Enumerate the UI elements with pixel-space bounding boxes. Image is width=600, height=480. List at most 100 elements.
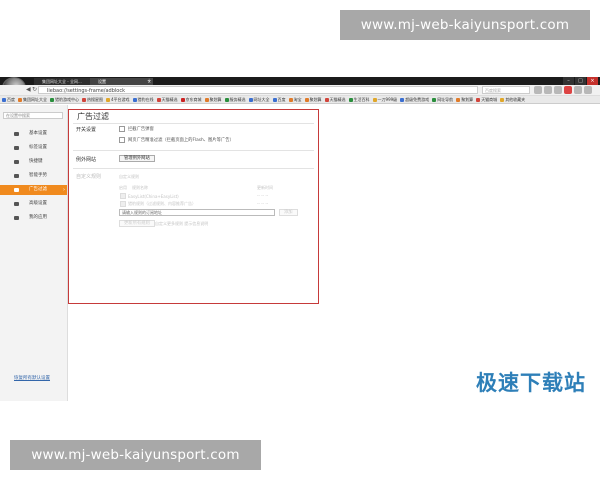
rule-url-input[interactable]: 请输入规则的订阅地址 <box>119 209 275 216</box>
column-enable: 启用 <box>119 185 127 190</box>
column-rule-name: 规则名称 <box>132 185 148 190</box>
bookmark-favicon-icon <box>372 97 377 102</box>
bookmark-item[interactable]: 天猫精选 <box>156 96 178 103</box>
rule-row[interactable]: 猎豹规则（过滤规则、内容推荐广告） <box>120 201 196 207</box>
bookmark-item[interactable]: 京东商城 <box>180 96 202 103</box>
bookmark-label: 天猫精选 <box>329 96 346 102</box>
bookmark-item[interactable]: 4平台游戏 <box>106 97 130 103</box>
maximize-button[interactable]: □ <box>575 77 586 85</box>
tab-label: 集团网址大全 - 全网... <box>42 79 82 84</box>
bookmark-label: 4平台游戏 <box>111 96 130 102</box>
bookmark-label: 百度 <box>277 96 286 102</box>
toolbar-icons <box>534 86 592 94</box>
close-window-button[interactable]: × <box>587 77 598 85</box>
exception-section-title: 例外网站 <box>76 157 97 163</box>
bookmark-item[interactable]: 生活百科 <box>348 97 370 103</box>
extension-icon[interactable] <box>554 86 562 94</box>
settings-sidebar: 在设置中搜索 基本设置 标签设置 快捷键 智能手势 广告过滤 › 高级设置 我的… <box>0 105 68 401</box>
bookmark-item[interactable]: 聚划算 <box>204 97 222 103</box>
bookmark-item[interactable]: 服务精选 <box>224 97 246 103</box>
rule-name: EasyList(China+EasyList) <box>128 193 179 199</box>
sidebar-item-advanced[interactable]: 高级设置 <box>0 199 67 209</box>
security-icon[interactable] <box>564 86 572 94</box>
bookmark-item[interactable]: 集团网址大全 <box>18 97 47 103</box>
refresh-icon[interactable]: ↻ <box>32 86 37 94</box>
bookmark-item[interactable]: 一刀999级 <box>372 96 398 103</box>
tab-homepage[interactable]: 集团网址大全 - 全网... × <box>34 78 97 85</box>
sidebar-item-adblock[interactable]: 广告过滤 › <box>0 185 67 195</box>
bookmark-favicon-icon <box>18 97 22 102</box>
apps-icon <box>14 216 19 220</box>
history-icon[interactable] <box>544 86 552 94</box>
switch-section-title: 开关设置 <box>76 127 97 133</box>
bookmark-label: 其他收藏夹 <box>505 96 526 102</box>
bookmark-item[interactable]: 天猫商城 <box>476 97 497 103</box>
divider <box>73 123 314 124</box>
bookmark-item[interactable]: 聚划算 <box>456 97 473 103</box>
sidebar-item-gestures[interactable]: 智能手势 <box>0 171 67 181</box>
sidebar-item-basic[interactable]: 基本设置 <box>0 129 67 139</box>
bookmark-favicon-icon <box>348 97 353 102</box>
rule-row[interactable]: EasyList(China+EasyList) <box>120 193 179 199</box>
bookmark-favicon-icon <box>82 97 86 102</box>
user-icon[interactable] <box>574 86 582 94</box>
bookmark-item[interactable]: 天猫精选 <box>324 96 346 103</box>
restore-defaults-link[interactable]: 恢复所有默认设置 <box>14 375 50 381</box>
bookmark-favicon-icon <box>288 97 293 102</box>
bookmark-item[interactable]: 聚划算 <box>304 97 322 103</box>
rule-time: -- -- -- <box>257 193 269 198</box>
bookmark-favicon-icon <box>106 97 110 102</box>
bookmark-item[interactable]: 猎豹在线 <box>132 96 154 103</box>
watermark-top: www.mj-web-kaiyunsport.com <box>340 10 590 40</box>
sidebar-item-apps[interactable]: 我的应用 <box>0 213 67 223</box>
sidebar-item-label: 广告过滤 <box>29 187 47 192</box>
sidebar-item-tabs[interactable]: 标签设置 <box>0 143 67 153</box>
url-input[interactable]: liebao://settings-frame/adblock <box>38 86 478 94</box>
bookmark-favicon-icon <box>132 97 137 102</box>
sidebar-item-shortcuts[interactable]: 快捷键 <box>0 157 67 167</box>
tab-icon <box>14 146 19 150</box>
tab-label: 设置 <box>98 79 106 84</box>
bookmark-item[interactable]: 百度 <box>272 96 286 103</box>
checkbox-label: 拦截广告弹窗 <box>128 127 154 132</box>
checkbox-icon <box>120 193 126 199</box>
checkbox-icon <box>119 126 125 132</box>
rule-name: 猎豹规则（过滤规则、内容推荐广告） <box>128 201 196 206</box>
adblock-settings-panel: 广告过滤 开关设置 拦截广告弹窗 网页广告精准过滤（拦截页面上的Flash、图片… <box>68 109 319 304</box>
bookmark-label: 天猫商城 <box>481 96 498 102</box>
bookmark-label: 猎豹在线 <box>137 96 154 102</box>
bookmark-label: 淘宝 <box>293 96 302 102</box>
bookmark-item[interactable]: 淘宝 <box>288 96 302 103</box>
download-icon[interactable] <box>534 86 542 94</box>
bookmark-item[interactable]: 网址大全 <box>248 97 270 103</box>
bookmark-label: 天猫精选 <box>161 96 178 102</box>
column-updated: 更新时间 <box>257 185 273 190</box>
checkbox-icon <box>119 137 125 143</box>
bookmark-item[interactable]: 热搜星图 <box>82 97 103 103</box>
window-controls: – □ × <box>563 77 598 85</box>
block-popups-checkbox[interactable]: 拦截广告弹窗 <box>119 126 154 132</box>
new-tab-button[interactable]: + <box>147 78 151 85</box>
minimize-button[interactable]: – <box>563 77 574 85</box>
bookmark-item[interactable]: 网址导航 <box>432 97 453 103</box>
bookmark-item[interactable]: 其他收藏夹 <box>500 97 525 103</box>
bookmark-item[interactable]: 超级免费游戏 <box>400 97 429 103</box>
sidebar-item-label: 快捷键 <box>29 159 43 164</box>
add-rule-button[interactable]: 添加 <box>279 209 298 216</box>
precise-filter-checkbox[interactable]: 网页广告精准过滤（拦截页面上的Flash、图片等广告） <box>119 137 234 143</box>
menu-icon[interactable] <box>584 86 592 94</box>
back-icon[interactable]: ◀ <box>26 86 31 94</box>
search-input[interactable]: 百度搜索 <box>482 86 530 94</box>
tab-settings[interactable]: 设置 × <box>90 78 153 85</box>
sidebar-item-label: 标签设置 <box>29 145 47 150</box>
divider <box>73 150 314 151</box>
bookmark-label: 京东商城 <box>185 96 202 102</box>
bookmark-item[interactable]: 猎豹游戏中心 <box>50 97 79 103</box>
rules-note[interactable]: 自定义更多规则 提示信息说明 <box>155 221 208 227</box>
manage-exceptions-button[interactable]: 管理例外网站 <box>119 155 155 162</box>
bookmarks-bar: 百度 集团网址大全 猎豹游戏中心 热搜星图 4平台游戏 猎豹在线 天猫精选 京东商城 聚划算 服务… <box>0 96 600 104</box>
bookmark-item[interactable]: 百度 <box>2 97 15 103</box>
settings-search-input[interactable]: 在设置中搜索 <box>3 112 63 119</box>
update-rules-button[interactable]: 更新所有规则 <box>119 220 155 227</box>
bookmark-label: 一刀999级 <box>377 96 398 102</box>
